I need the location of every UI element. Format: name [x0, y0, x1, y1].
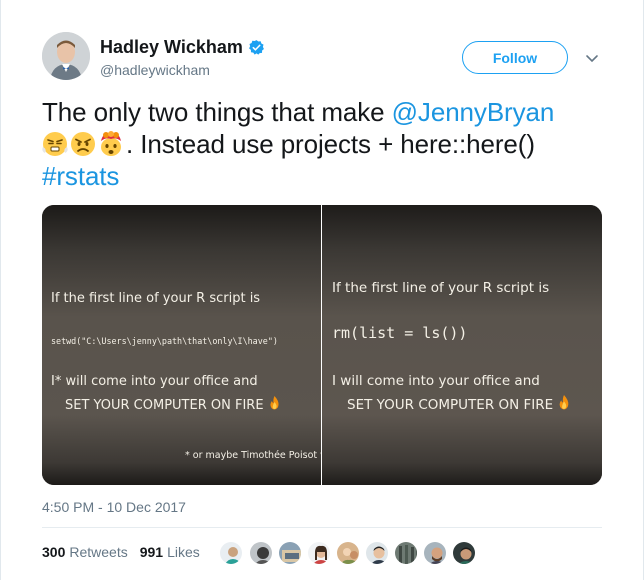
- tweet-stats: 300 Retweets 991 Likes: [42, 544, 200, 560]
- slide-left-line-3: I* will come into your office and: [51, 374, 258, 389]
- tweet-timestamp[interactable]: 4:50 PM - 10 Dec 2017: [42, 499, 186, 515]
- slide-right-line-3: I will come into your office and: [332, 373, 540, 389]
- exploding-head-icon: [101, 131, 121, 156]
- tweet-text: The only two things that make @JennyBrya…: [42, 96, 612, 192]
- slide-right-code: rm(list = ls()): [332, 324, 468, 342]
- liker-avatar[interactable]: [277, 540, 303, 566]
- tweet-text-part-1: The only two things that make: [42, 97, 392, 127]
- slide-right-line-4: SET YOUR COMPUTER ON FIRE: [347, 395, 571, 413]
- liker-avatar[interactable]: [248, 540, 274, 566]
- slide-photo-right[interactable]: If the first line of your R script is rm…: [322, 205, 602, 485]
- tweet-text-part-2: . Instead use projects + here::here(): [126, 129, 535, 159]
- liker-avatar[interactable]: [393, 540, 419, 566]
- retweets-count: 300: [42, 544, 66, 560]
- mention-link[interactable]: @JennyBryan: [392, 97, 555, 127]
- verified-badge-icon: [248, 40, 264, 55]
- liker-avatar[interactable]: [451, 540, 477, 566]
- hashtag-link[interactable]: #rstats: [42, 161, 119, 191]
- slide-photo-left[interactable]: If the first line of your R script is se…: [42, 205, 321, 485]
- fire-icon: [270, 396, 279, 410]
- user-name-text[interactable]: Hadley Wickham: [100, 37, 243, 58]
- triumph-face-icon: [42, 132, 68, 156]
- slide-right-line-4-text: SET YOUR COMPUTER ON FIRE: [347, 397, 554, 413]
- likes-label: Likes: [167, 544, 200, 560]
- retweets-stat[interactable]: 300 Retweets: [42, 544, 128, 560]
- avatar[interactable]: [42, 32, 90, 80]
- angry-face-icon: [71, 132, 95, 156]
- liker-avatar[interactable]: [364, 540, 390, 566]
- liker-avatar[interactable]: [335, 540, 361, 566]
- tweet-media[interactable]: If the first line of your R script is se…: [42, 205, 602, 485]
- user-name[interactable]: Hadley Wickham: [100, 37, 265, 58]
- liker-avatar[interactable]: [218, 540, 244, 566]
- slide-left-line-4-text: SET YOUR COMPUTER ON FIRE: [65, 398, 264, 413]
- user-handle[interactable]: @hadleywickham: [100, 62, 210, 78]
- slide-right-line-1: If the first line of your R script is: [332, 280, 550, 296]
- liker-avatar[interactable]: [306, 540, 332, 566]
- retweets-label: Retweets: [69, 544, 128, 560]
- fire-icon: [560, 395, 569, 410]
- slide-left-code: setwd("C:\Users\jenny\path\that\only\I\h…: [51, 336, 278, 346]
- divider: [42, 527, 602, 528]
- follow-button[interactable]: Follow: [462, 41, 568, 74]
- slide-left-line-4: SET YOUR COMPUTER ON FIRE: [65, 396, 281, 413]
- slide-left-line-1: If the first line of your R script is: [51, 291, 261, 306]
- liker-avatar[interactable]: [422, 540, 448, 566]
- likes-stat[interactable]: 991 Likes: [140, 544, 200, 560]
- chevron-down-icon[interactable]: [583, 49, 601, 67]
- likes-count: 991: [139, 544, 164, 560]
- slide-left-footnote: * or maybe Timothée Poisot w: [185, 450, 321, 461]
